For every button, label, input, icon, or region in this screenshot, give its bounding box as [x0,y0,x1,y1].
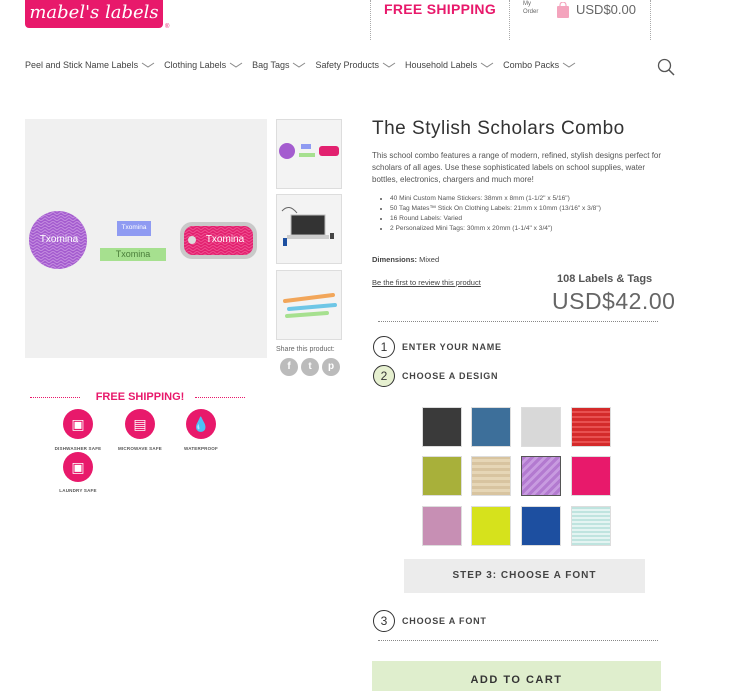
chevron-down-icon [382,62,396,68]
waterproof-icon: 💧 [186,409,216,439]
nav-item-label: Household Labels [405,60,478,70]
nav-item-combo-packs[interactable]: Combo Packs [503,60,576,70]
twitter-icon[interactable]: t [301,358,319,376]
product-price: USD$42.00 [552,288,676,314]
design-swatch-mauve-floral[interactable] [422,506,462,546]
nav-item-label: Safety Products [315,60,380,70]
badge-label: LAUNDRY SAFE [59,488,97,493]
step-3-label[interactable]: CHOOSE A FONT [402,616,487,626]
chevron-down-icon [141,62,155,68]
badge-label: WATERPROOF [184,446,218,451]
share-label: Share this product: [276,346,335,353]
badge-label: MICROWAVE SAFE [118,446,162,451]
nav-item-label: Clothing Labels [164,60,227,70]
design-swatch-purple-chevron[interactable] [521,456,561,496]
step-2-number: 2 [373,365,395,387]
search-icon[interactable] [657,58,675,76]
cart-total[interactable]: USD$0.00 [576,2,636,17]
product-description: This school combo features a range of mo… [372,151,662,184]
divider [650,0,651,40]
dimensions-label: Dimensions: [372,255,418,264]
step-3-number: 3 [373,610,395,632]
sample-name-mini: Txomina [121,224,147,231]
shopping-bag-icon[interactable] [556,2,570,19]
dimensions-value: Mixed [419,255,440,264]
thumbnail-3[interactable] [276,270,342,340]
thumbnail-illustration [281,207,334,246]
chevron-down-icon [480,62,494,68]
laundry-icon: ▣ [63,452,93,482]
choose-font-button[interactable]: STEP 3: CHOOSE A FONT [404,559,645,593]
registered-mark: ® [165,24,170,30]
chevron-down-icon [229,62,243,68]
thumbnail-2[interactable] [276,194,342,264]
design-swatch-charcoal[interactable] [422,407,462,447]
thumbnail-1[interactable] [276,119,342,189]
nav-item-bag-tags[interactable]: Bag Tags [252,60,306,70]
dishwasher-icon: ▣ [63,409,93,439]
step-2-label[interactable]: CHOOSE A DESIGN [402,371,498,381]
feature-item: 2 Personalized Mini Tags: 30mm x 20mm (1… [390,224,660,234]
feature-item: 40 Mini Custom Name Stickers: 38mm x 8mm… [390,194,660,204]
design-swatch-navy-quatrefoil[interactable] [521,506,561,546]
chevron-down-icon [562,62,576,68]
logo[interactable]: mabel's labels [25,0,163,28]
design-swatch-blue-floral[interactable] [471,407,511,447]
nav-item-label: Peel and Stick Name Labels [25,60,139,70]
review-link[interactable]: Be the first to review this product [372,278,481,287]
design-swatch-red-stripe[interactable] [571,407,611,447]
thumbnail-illustration [279,143,339,159]
feature-list: 40 Mini Custom Name Stickers: 38mm x 8mm… [390,194,660,234]
facebook-icon[interactable]: f [280,358,298,376]
divider [378,321,658,322]
pinterest-icon[interactable]: p [322,358,340,376]
design-swatch-lime[interactable] [471,506,511,546]
nav-item-safety-products[interactable]: Safety Products [315,60,396,70]
sample-name-tag: Txomina [205,234,245,245]
microwave-icon: ▤ [125,409,155,439]
dimensions: Dimensions: Mixed [372,255,439,264]
free-shipping-title: FREE SHIPPING! [95,391,185,403]
design-swatch-lime-wood[interactable] [422,456,462,496]
thumbnail-illustration [283,293,337,318]
feature-item: 16 Round Labels: Varied [390,214,660,224]
design-swatch-pink-dots[interactable] [571,456,611,496]
nav-item-household-labels[interactable]: Household Labels [405,60,494,70]
design-swatch-grey-geo[interactable] [521,407,561,447]
divider [378,640,658,641]
nav-item-clothing-labels[interactable]: Clothing Labels [164,60,243,70]
badge-label: DISHWASHER SAFE [54,446,102,451]
step-1-label[interactable]: ENTER YOUR NAME [402,342,502,352]
product-main-image[interactable]: Txomina Txomina Txomina Txomina [25,119,267,358]
nav-item-label: Bag Tags [252,60,290,70]
design-swatch-tan-wood[interactable] [471,456,511,496]
feature-item: 50 Tag Mates™ Stick On Clothing Labels: … [390,204,660,214]
design-swatch-mint-stripe[interactable] [571,506,611,546]
add-to-cart-button[interactable]: ADD TO CART [372,661,661,691]
product-title: The Stylish Scholars Combo [372,118,625,139]
product-quantity: 108 Labels & Tags [557,273,653,285]
nav-item-label: Combo Packs [503,60,560,70]
sample-name-clothing: Txomina [115,249,151,259]
chevron-down-icon [293,62,306,68]
step-1-number: 1 [373,336,395,358]
sample-name-round: Txomina [39,234,79,245]
nav-item-peel-and-stick[interactable]: Peel and Stick Name Labels [25,60,155,70]
my-order-label[interactable]: My Order [523,0,543,16]
free-shipping-banner[interactable]: FREE SHIPPING [370,0,510,40]
main-nav: Peel and Stick Name Labels Clothing Labe… [25,60,585,70]
